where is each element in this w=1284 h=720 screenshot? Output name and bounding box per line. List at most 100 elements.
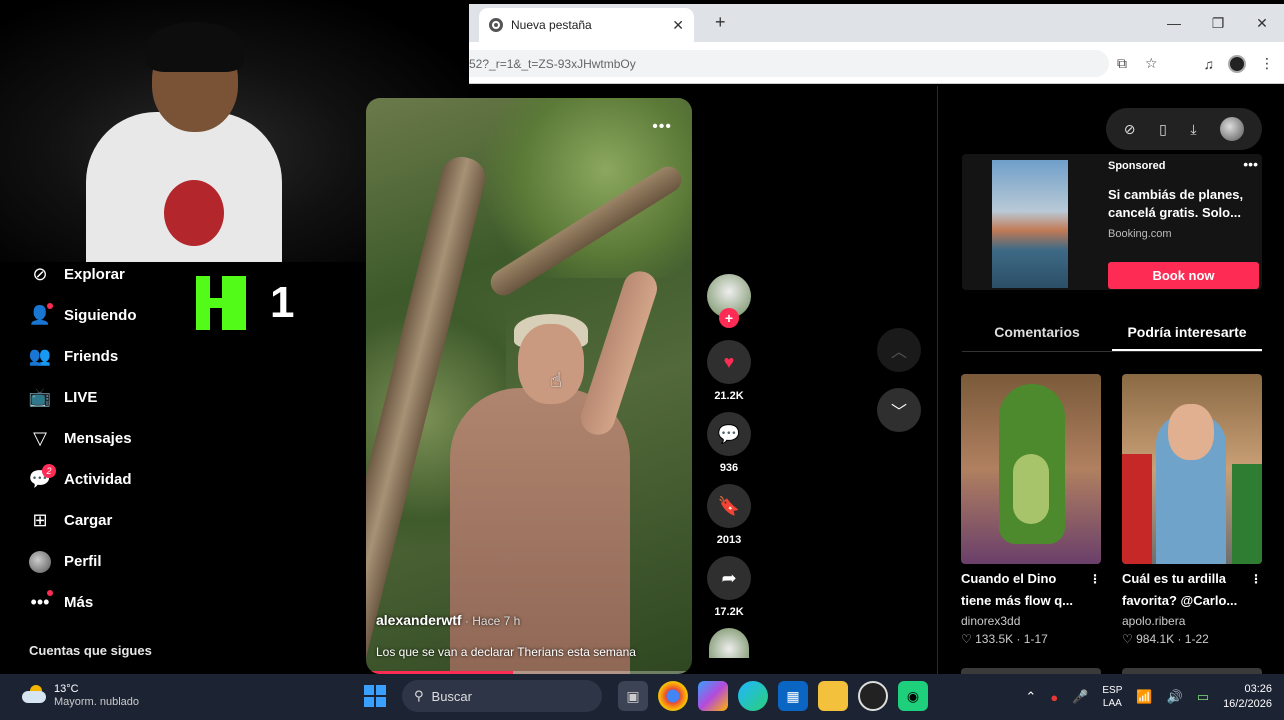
store-icon[interactable]: ▦ xyxy=(778,681,808,711)
next-video-button[interactable]: ﹀ xyxy=(877,388,921,432)
windows-start-icon[interactable] xyxy=(364,685,386,707)
live-tv-icon: 📺 xyxy=(28,387,52,407)
like-count: 21.2K xyxy=(714,390,744,402)
address-row: 52?_r=1&_t=ZS-93xJHwtmbOy ⧉ ☆ ♫ ⋮ xyxy=(469,42,1284,84)
new-tab-button[interactable]: + xyxy=(715,12,726,33)
url-text: 52?_r=1&_t=ZS-93xJHwtmbOy xyxy=(469,56,636,71)
upload-plus-icon: ⊞ xyxy=(32,510,48,530)
toolbar-icons: ♫ ⋮ xyxy=(1204,50,1284,77)
chevron-up-icon[interactable]: ⌃ xyxy=(1025,689,1036,705)
more-dots-icon: ••• xyxy=(28,589,53,615)
card-more-icon[interactable]: ⋮ xyxy=(1250,568,1262,590)
following-accounts-heading: Cuentas que sigues xyxy=(29,643,152,658)
previous-video-button[interactable]: ︿ xyxy=(877,328,921,372)
windows-taskbar: 13°C Mayorm. nublado ⚲ Buscar ▣ ▦ ◉ ⌃ ● … xyxy=(0,674,1284,720)
chrome-app-icon[interactable] xyxy=(658,681,688,711)
maximize-button[interactable]: ❐ xyxy=(1196,4,1240,42)
explore-icon[interactable]: ⊘ xyxy=(1124,121,1136,138)
video-author[interactable]: alexanderwtf · Hace 7 h xyxy=(376,612,520,628)
video-player[interactable]: ••• alexanderwtf · Hace 7 h Los que se v… xyxy=(366,98,692,674)
address-bar[interactable]: 52?_r=1&_t=ZS-93xJHwtmbOy xyxy=(469,50,1109,77)
profile-avatar[interactable] xyxy=(1228,54,1246,73)
close-tab-icon[interactable]: ✕ xyxy=(672,17,684,34)
comment-action: 💬 936 xyxy=(707,412,751,474)
media-control-icon[interactable]: ♫ xyxy=(1204,56,1215,72)
sidebar-item-cargar[interactable]: ⊞ Cargar xyxy=(28,500,228,541)
heart-icon[interactable]: ♥ xyxy=(707,340,751,384)
search-placeholder: Buscar xyxy=(431,688,472,704)
system-tray: ⌃ ● 🎤 ESP LAA 📶 🔊 ▭ 03:26 16/2/2026 xyxy=(1025,680,1272,714)
bookmark-icon[interactable]: 🔖 xyxy=(707,484,751,528)
taskbar-apps: ⚲ Buscar ▣ ▦ ◉ xyxy=(364,680,928,712)
music-disc-avatar[interactable] xyxy=(709,628,749,658)
weather-widget[interactable]: 13°C Mayorm. nublado xyxy=(22,682,139,708)
bookmark-star-icon[interactable]: ☆ xyxy=(1145,55,1158,72)
tab-podria-interesarte[interactable]: Podría interesarte xyxy=(1112,316,1262,351)
battery-icon[interactable]: ▭ xyxy=(1197,689,1209,705)
tray-app-icon[interactable]: ● xyxy=(1050,690,1058,705)
sidebar-item-mas[interactable]: ••• Más xyxy=(28,582,228,623)
follow-plus-icon[interactable]: + xyxy=(719,308,739,328)
chrome-icon xyxy=(489,18,503,32)
recommendation-thumbnail[interactable] xyxy=(1122,374,1262,564)
top-tools: ⊘ ▯ ⤓ xyxy=(1106,108,1262,150)
ad-more-icon[interactable]: ••• xyxy=(1243,156,1258,172)
like-action: ♥ 21.2K xyxy=(707,340,751,402)
microphone-icon[interactable]: 🎤 xyxy=(1072,689,1088,705)
friends-icon: 👥 xyxy=(28,346,52,366)
sidebar-item-actividad[interactable]: 💬 2 Actividad xyxy=(28,459,228,500)
creator-avatar[interactable]: + xyxy=(707,274,751,328)
wifi-icon[interactable]: 📶 xyxy=(1136,689,1152,705)
user-avatar[interactable] xyxy=(1220,117,1245,141)
close-window-button[interactable]: ✕ xyxy=(1240,4,1284,42)
edge-icon[interactable] xyxy=(738,681,768,711)
activity-icon: 💬 2 xyxy=(28,463,56,492)
tab-comentarios[interactable]: Comentarios xyxy=(962,316,1112,351)
ad-title: Si cambiás de planes, cancelá gratis. So… xyxy=(1108,187,1244,220)
recommendation-user[interactable]: apolo.ribera xyxy=(1122,614,1262,628)
task-view-icon[interactable]: ▣ xyxy=(618,681,648,711)
sidebar-item-perfil[interactable]: Perfil xyxy=(28,541,228,582)
browser-menu-icon[interactable]: ⋮ xyxy=(1260,55,1274,72)
hand-cursor-icon: ☝ xyxy=(550,370,563,392)
chevron-up-icon: ︿ xyxy=(890,344,907,361)
video-more-icon[interactable]: ••• xyxy=(652,118,672,136)
sponsored-ad[interactable]: Sponsored ••• Si cambiás de planes, canc… xyxy=(962,154,1262,290)
right-tabs: Comentarios Podría interesarte xyxy=(962,316,1262,352)
comment-icon[interactable]: 💬 xyxy=(707,412,751,456)
language-indicator[interactable]: ESP LAA xyxy=(1102,684,1122,710)
app-icon[interactable]: ◉ xyxy=(898,681,928,711)
sidebar-item-live[interactable]: 📺 LIVE xyxy=(28,377,228,418)
recommendation-card[interactable]: Cuál es tu ardilla favorita? @Carlo... ⋮… xyxy=(1122,374,1262,646)
volume-icon[interactable]: 🔊 xyxy=(1167,689,1183,705)
send-message-icon: ▽ xyxy=(33,428,47,448)
book-now-button[interactable]: Book now xyxy=(1108,262,1259,289)
sidebar-item-mensajes[interactable]: ▽ Mensajes xyxy=(28,418,228,459)
browser-tab[interactable]: Nueva pestaña ✕ xyxy=(479,8,694,42)
copilot-icon[interactable] xyxy=(698,681,728,711)
recommendation-stats: ♡ 133.5K · 1-17 xyxy=(961,632,1048,646)
video-time: · Hace 7 h xyxy=(461,614,521,628)
obs-icon[interactable] xyxy=(858,681,888,711)
download-icon[interactable]: ⤓ xyxy=(1190,121,1196,138)
share-arrow-icon[interactable]: ➦ xyxy=(707,556,751,600)
taskbar-search[interactable]: ⚲ Buscar xyxy=(402,680,602,712)
install-app-icon[interactable]: ⧉ xyxy=(1117,55,1127,72)
weather-temp: 13°C xyxy=(54,683,79,695)
recommendation-thumbnail[interactable] xyxy=(961,374,1101,564)
clock[interactable]: 03:26 16/2/2026 xyxy=(1223,682,1272,712)
user-follow-icon: 👤 xyxy=(28,302,53,328)
phone-icon[interactable]: ▯ xyxy=(1159,121,1167,138)
minimize-button[interactable]: — xyxy=(1152,4,1196,42)
comment-count: 936 xyxy=(719,462,739,474)
activity-badge: 2 xyxy=(42,463,56,478)
card-more-icon[interactable]: ⋮ xyxy=(1089,568,1101,590)
address-bar-icons: ⧉ ☆ xyxy=(1109,50,1158,77)
recommendation-card[interactable]: Cuando el Dino tiene más flow q... ⋮ din… xyxy=(961,374,1101,646)
file-explorer-icon[interactable] xyxy=(818,681,848,711)
sidebar-item-friends[interactable]: 👥 Friends xyxy=(28,336,228,377)
chevron-down-icon: ﹀ xyxy=(890,404,907,421)
save-action: 🔖 2013 xyxy=(707,484,751,546)
recommendation-user[interactable]: dinorex3dd xyxy=(961,614,1101,628)
ad-image[interactable] xyxy=(992,160,1068,288)
